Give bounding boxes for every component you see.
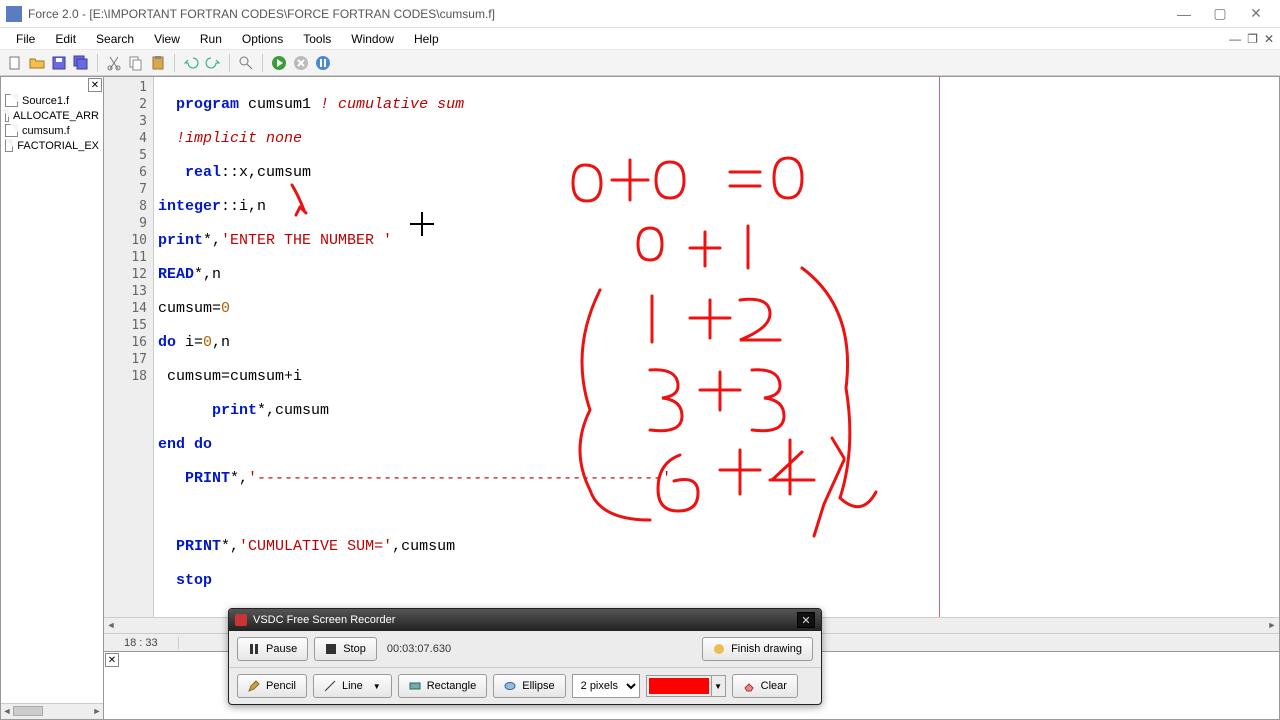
- file-label: ALLOCATE_ARR: [13, 110, 99, 122]
- pause-run-icon[interactable]: [314, 54, 332, 72]
- ellipse-tool-button[interactable]: Ellipse: [493, 674, 565, 698]
- file-icon: [5, 94, 18, 107]
- line-gutter: 123456789101112131415161718: [104, 77, 154, 617]
- clear-button[interactable]: Clear: [732, 674, 798, 698]
- stop-button[interactable]: Stop: [314, 637, 377, 661]
- menubar: File Edit Search View Run Options Tools …: [0, 28, 1280, 50]
- app-icon: [6, 6, 22, 22]
- save-all-icon[interactable]: [72, 54, 90, 72]
- line-tool-button[interactable]: Line▼: [313, 674, 392, 698]
- sidebar-close-icon[interactable]: ✕: [88, 78, 102, 92]
- pause-icon: [248, 643, 260, 655]
- line-icon: [324, 680, 336, 692]
- file-icon: [5, 139, 13, 152]
- recorder-app-icon: [235, 614, 247, 626]
- file-label: cumsum.f: [22, 125, 70, 137]
- right-margin-line: [939, 77, 940, 617]
- file-item-allocate[interactable]: ALLOCATE_ARR: [1, 108, 103, 123]
- dropdown-icon[interactable]: ▼: [711, 676, 725, 696]
- pause-button[interactable]: Pause: [237, 637, 308, 661]
- sidebar-hscroll[interactable]: ◄►: [1, 703, 103, 719]
- file-item-factorial[interactable]: FACTORIAL_EX: [1, 138, 103, 153]
- cut-icon[interactable]: [105, 54, 123, 72]
- file-label: Source1.f: [22, 95, 69, 107]
- file-explorer: ✕ Source1.f ALLOCATE_ARR cumsum.f FACTOR…: [0, 76, 104, 720]
- redo-icon[interactable]: [204, 54, 222, 72]
- file-icon: [5, 124, 18, 137]
- copy-icon[interactable]: [127, 54, 145, 72]
- menu-search[interactable]: Search: [86, 30, 144, 48]
- file-item-cumsum[interactable]: cumsum.f: [1, 123, 103, 138]
- pencil-icon: [248, 680, 260, 692]
- paste-icon[interactable]: [149, 54, 167, 72]
- undo-icon[interactable]: [182, 54, 200, 72]
- ellipse-icon: [504, 680, 516, 692]
- window-titlebar: Force 2.0 - [E:\IMPORTANT FORTRAN CODES\…: [0, 0, 1280, 28]
- rectangle-icon: [409, 680, 421, 692]
- finish-drawing-button[interactable]: Finish drawing: [702, 637, 813, 661]
- code-editor[interactable]: program cumsum1 ! cumulative sum !implic…: [154, 77, 1279, 617]
- menu-window[interactable]: Window: [341, 30, 404, 48]
- screen-recorder-panel[interactable]: VSDC Free Screen Recorder ✕ Pause Stop 0…: [228, 608, 822, 705]
- menu-file[interactable]: File: [6, 30, 45, 48]
- pencil-tool-button[interactable]: Pencil: [237, 674, 307, 698]
- find-icon[interactable]: [237, 54, 255, 72]
- minimize-button[interactable]: —: [1166, 4, 1202, 24]
- menu-run[interactable]: Run: [190, 30, 232, 48]
- mdi-close-icon[interactable]: ✕: [1264, 32, 1274, 46]
- window-title: Force 2.0 - [E:\IMPORTANT FORTRAN CODES\…: [28, 7, 495, 21]
- mdi-restore-icon[interactable]: ❐: [1247, 32, 1258, 46]
- recorder-titlebar[interactable]: VSDC Free Screen Recorder ✕: [229, 609, 821, 631]
- stop-run-icon[interactable]: [292, 54, 310, 72]
- output-close-icon[interactable]: ✕: [105, 653, 119, 667]
- rectangle-tool-button[interactable]: Rectangle: [398, 674, 488, 698]
- save-icon[interactable]: [50, 54, 68, 72]
- file-item-source1[interactable]: Source1.f: [1, 93, 103, 108]
- stop-icon: [325, 643, 337, 655]
- toolbar: [0, 50, 1280, 76]
- menu-options[interactable]: Options: [232, 30, 293, 48]
- finish-icon: [713, 643, 725, 655]
- open-file-icon[interactable]: [28, 54, 46, 72]
- color-swatch: [649, 678, 709, 694]
- menu-edit[interactable]: Edit: [45, 30, 86, 48]
- recorder-title: VSDC Free Screen Recorder: [253, 614, 395, 626]
- menu-view[interactable]: View: [144, 30, 190, 48]
- run-icon[interactable]: [270, 54, 288, 72]
- menu-help[interactable]: Help: [404, 30, 449, 48]
- line-width-select[interactable]: 2 pixels: [572, 674, 640, 698]
- recorder-time: 00:03:07.630: [387, 643, 451, 655]
- file-label: FACTORIAL_EX: [17, 140, 99, 152]
- menu-tools[interactable]: Tools: [293, 30, 341, 48]
- close-button[interactable]: ✕: [1238, 4, 1274, 24]
- new-file-icon[interactable]: [6, 54, 24, 72]
- recorder-close-icon[interactable]: ✕: [797, 612, 815, 628]
- mdi-minimize-icon[interactable]: —: [1229, 32, 1241, 46]
- cursor-position: 18 : 33: [104, 637, 179, 649]
- maximize-button[interactable]: ▢: [1202, 4, 1238, 24]
- file-icon: [5, 109, 9, 122]
- color-picker[interactable]: ▼: [646, 675, 726, 697]
- clear-icon: [743, 680, 755, 692]
